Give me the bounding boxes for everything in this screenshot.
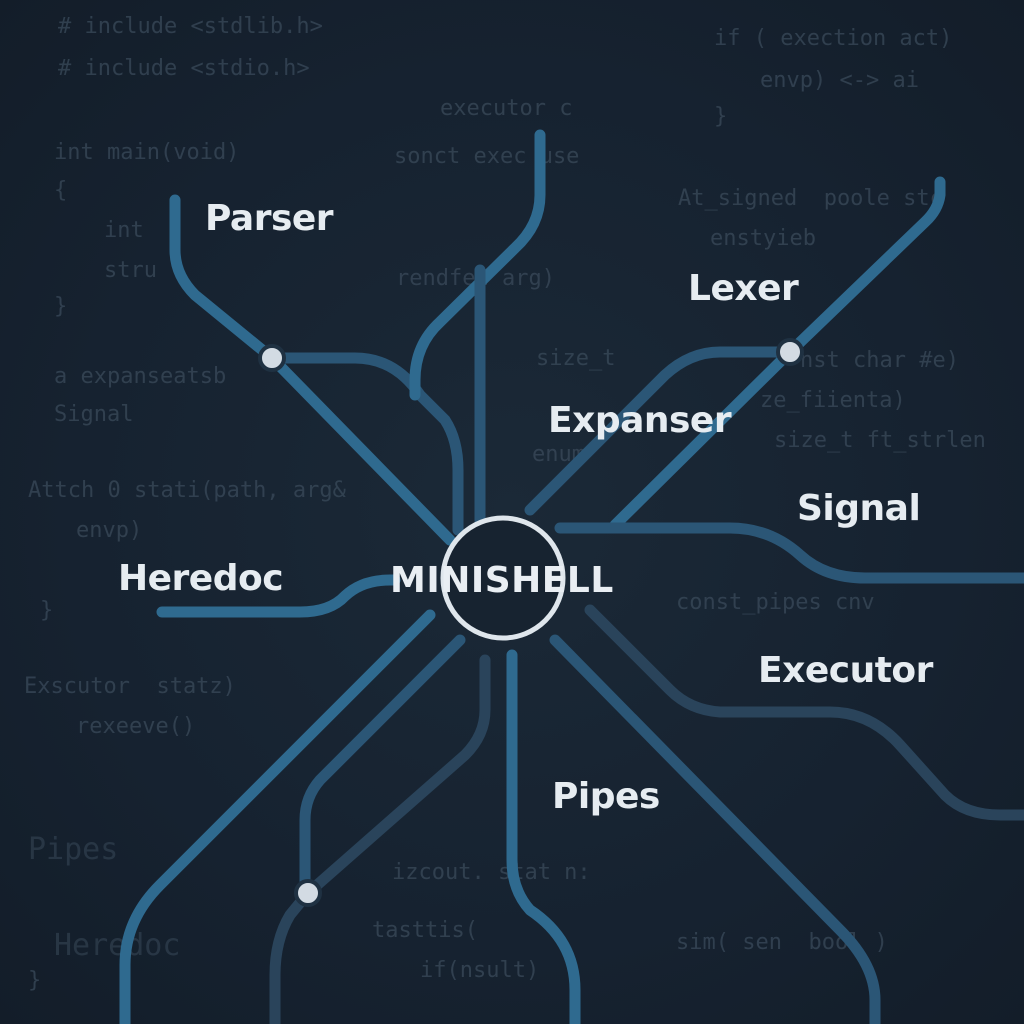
hub-label: MINISHELL — [390, 560, 614, 601]
parser-label: Parser — [205, 198, 334, 239]
expanser-label: Expanser — [548, 400, 732, 441]
pipes-label: Pipes — [552, 776, 660, 817]
labels: MINISHELL Parser Lexer Expanser Signal H… — [0, 0, 1024, 1024]
executor-label: Executor — [758, 650, 933, 691]
signal-label: Signal — [797, 488, 921, 529]
lexer-label: Lexer — [688, 268, 799, 309]
diagram-canvas: # include <stdlib.h> # include <stdio.h>… — [0, 0, 1024, 1024]
heredoc-label: Heredoc — [118, 558, 284, 599]
